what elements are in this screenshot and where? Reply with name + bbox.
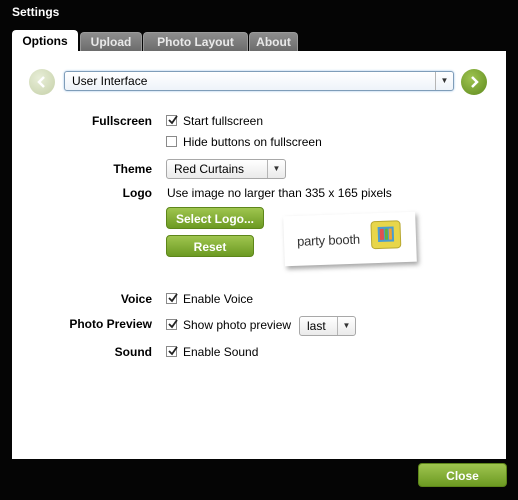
chevron-left-icon <box>37 76 45 88</box>
sound-label: Sound <box>114 345 152 359</box>
chevron-down-icon: ▼ <box>337 317 355 335</box>
voice-label: Voice <box>120 292 152 306</box>
tab-photo-layout[interactable]: Photo Layout <box>143 32 248 52</box>
previous-section-button[interactable] <box>29 69 55 95</box>
enable-sound-checkbox[interactable] <box>166 346 178 357</box>
enable-voice-checkbox[interactable] <box>166 293 178 304</box>
theme-select-value: Red Curtains <box>174 162 245 176</box>
tab-options[interactable]: Options <box>12 30 78 52</box>
next-section-button[interactable] <box>461 69 487 95</box>
photo-preview-mode-select[interactable]: last ▼ <box>299 316 356 336</box>
theme-label: Theme <box>113 162 152 176</box>
fullscreen-label: Fullscreen <box>91 114 152 128</box>
start-fullscreen-label: Start fullscreen <box>183 114 264 128</box>
hide-buttons-label: Hide buttons on fullscreen <box>183 135 322 149</box>
checkmark-icon <box>168 293 178 303</box>
logo-preview-text: party booth <box>296 231 361 249</box>
logo-size-hint: Use image no larger than 335 x 165 pixel… <box>167 186 392 200</box>
window-title: Settings <box>12 5 60 19</box>
logo-label: Logo <box>122 186 152 200</box>
checkmark-icon <box>168 346 178 356</box>
start-fullscreen-checkbox[interactable] <box>166 115 178 126</box>
enable-sound-label: Enable Sound <box>183 345 259 359</box>
show-photo-preview-checkbox[interactable] <box>166 319 178 330</box>
logo-preview: party booth <box>283 211 417 267</box>
section-select-value: User Interface <box>72 74 148 88</box>
checkmark-icon <box>168 115 178 125</box>
party-booth-logo-icon <box>370 220 402 250</box>
show-photo-preview-label: Show photo preview <box>183 318 292 332</box>
tab-about[interactable]: About <box>249 32 298 52</box>
close-button[interactable]: Close <box>418 463 507 487</box>
options-panel: User Interface ▼ Fullscreen Start fullsc… <box>12 51 506 459</box>
theme-select[interactable]: Red Curtains ▼ <box>166 159 286 179</box>
section-select[interactable]: User Interface ▼ <box>64 71 454 91</box>
chevron-down-icon: ▼ <box>435 72 453 90</box>
photo-preview-mode-value: last <box>307 319 326 333</box>
hide-buttons-checkbox[interactable] <box>166 136 177 147</box>
chevron-down-icon: ▼ <box>267 160 285 178</box>
select-logo-button[interactable]: Select Logo... <box>166 207 264 229</box>
checkmark-icon <box>168 319 178 329</box>
tab-upload[interactable]: Upload <box>80 32 142 52</box>
photo-preview-label: Photo Preview <box>69 317 152 331</box>
enable-voice-label: Enable Voice <box>183 292 254 306</box>
chevron-right-icon <box>471 76 479 88</box>
reset-logo-button[interactable]: Reset <box>166 235 254 257</box>
